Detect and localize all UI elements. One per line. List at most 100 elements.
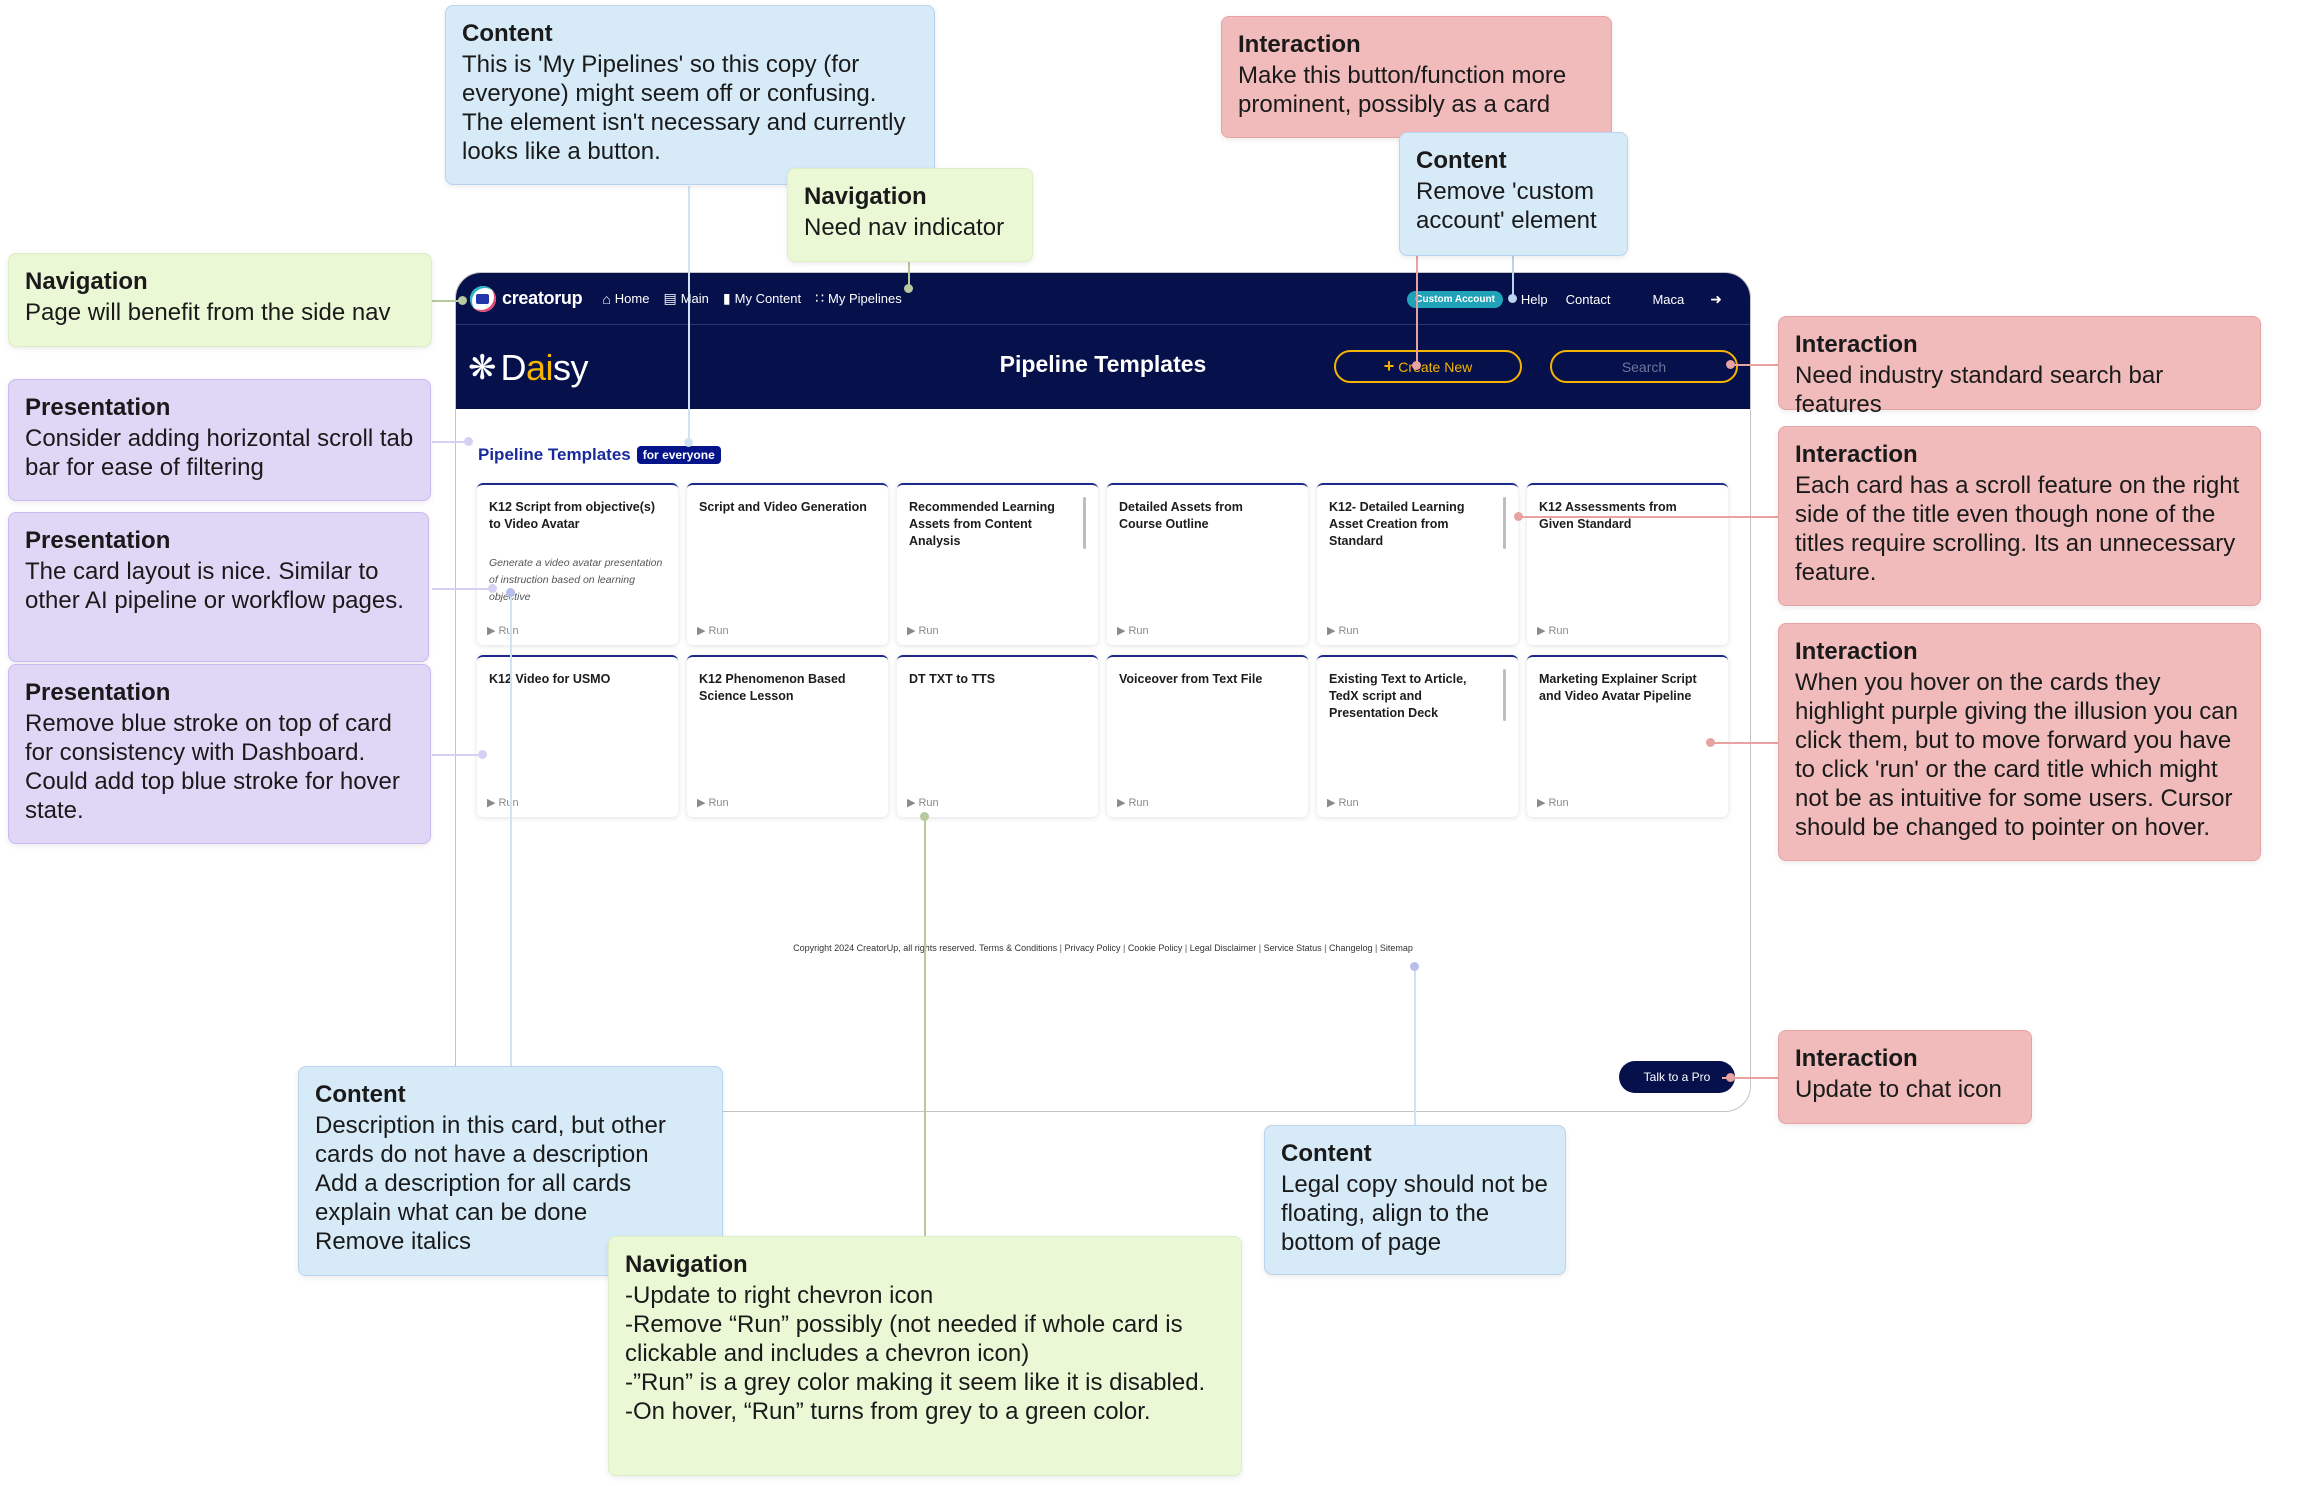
footer-link[interactable]: Changelog — [1329, 943, 1373, 953]
nav-main[interactable]: ▤ Main — [663, 290, 708, 307]
app-window: creatorup ⌂ Home ▤ Main ▮ My Content ∷ M… — [455, 272, 1751, 1112]
play-icon: ▶ — [907, 797, 916, 809]
note-text: Consider adding horizontal scroll tab ba… — [25, 425, 414, 481]
pipeline-card[interactable]: Marketing Explainer Script and Video Ava… — [1527, 655, 1728, 817]
plus-icon: + — [1383, 356, 1395, 376]
create-new-label: Create New — [1398, 358, 1473, 375]
user-menu[interactable]: Maca — [1652, 292, 1684, 307]
pipeline-card[interactable]: Existing Text to Article, TedX script an… — [1317, 655, 1518, 817]
pipeline-card[interactable]: Recommended Learning Assets from Content… — [897, 483, 1098, 645]
run-button[interactable]: ▶ Run — [1537, 624, 1569, 638]
footer-link[interactable]: Legal Disclaimer — [1190, 943, 1257, 953]
footer-link[interactable]: Sitemap — [1380, 943, 1413, 953]
play-icon: ▶ — [1117, 625, 1126, 637]
footer-link[interactable]: Service Status — [1264, 943, 1322, 953]
connector-dot — [1706, 738, 1715, 747]
run-button[interactable]: ▶ Run — [697, 624, 729, 638]
card-title[interactable]: K12 Video for USMO — [489, 671, 657, 688]
card-title-scrollbar[interactable] — [1503, 669, 1506, 721]
run-button[interactable]: ▶ Run — [1117, 796, 1149, 810]
card-title[interactable]: DT TXT to TTS — [909, 671, 1077, 688]
run-button[interactable]: ▶ Run — [1327, 624, 1359, 638]
contact-link[interactable]: Contact — [1566, 292, 1611, 307]
pipeline-card[interactable]: Voiceover from Text File ▶ Run — [1107, 655, 1308, 817]
pipeline-card[interactable]: Script and Video Generation ▶ Run — [687, 483, 888, 645]
card-title[interactable]: Voiceover from Text File — [1119, 671, 1287, 688]
annotation-note: Interaction Need industry standard searc… — [1778, 316, 2261, 418]
connector-dot — [488, 584, 497, 593]
note-category: Interaction — [1795, 1045, 1918, 1072]
folder-icon: ▮ — [722, 290, 731, 306]
card-title[interactable]: Existing Text to Article, TedX script an… — [1329, 671, 1497, 722]
run-button[interactable]: ▶ Run — [697, 796, 729, 810]
nav-label: My Pipelines — [828, 291, 902, 306]
note-category: Interaction — [1795, 638, 1918, 665]
card-title-scrollbar[interactable] — [1083, 497, 1086, 549]
connector-line — [432, 588, 492, 590]
pipeline-card[interactable]: K12 Video for USMO ▶ Run — [477, 655, 678, 817]
card-title[interactable]: K12 Phenomenon Based Science Lesson — [699, 671, 867, 705]
note-text: -Update to right chevron icon -Remove “R… — [625, 1282, 1206, 1425]
annotation-note: Presentation Remove blue stroke on top o… — [8, 664, 431, 844]
logout-icon[interactable]: ➜ — [1710, 291, 1722, 308]
run-label: Run — [1338, 796, 1359, 809]
talk-to-a-pro-button[interactable]: Talk to a Pro — [1619, 1061, 1735, 1093]
note-text: Description in this card, but other card… — [315, 1112, 666, 1255]
pipeline-card[interactable]: K12 Assessments from Given Standard ▶ Run — [1527, 483, 1728, 645]
note-text: Page will benefit from the side nav — [25, 299, 391, 326]
annotation-note: Navigation -Update to right chevron icon… — [608, 1236, 1242, 1476]
run-button[interactable]: ▶ Run — [907, 624, 939, 638]
pipeline-card[interactable]: K12- Detailed Learning Asset Creation fr… — [1317, 483, 1518, 645]
run-button[interactable]: ▶ Run — [1537, 796, 1569, 810]
connector-dot — [920, 812, 929, 821]
pipeline-card[interactable]: K12 Script from objective(s) to Video Av… — [477, 483, 678, 645]
help-link[interactable]: Help — [1521, 292, 1548, 307]
run-button[interactable]: ▶ Run — [1117, 624, 1149, 638]
run-button[interactable]: ▶ Run — [487, 796, 519, 810]
toolbox-icon: ▤ — [663, 290, 677, 306]
card-title-scrollbar[interactable] — [1503, 497, 1506, 549]
play-icon: ▶ — [1117, 797, 1126, 809]
note-category: Content — [315, 1081, 406, 1108]
run-label: Run — [1548, 796, 1569, 809]
card-title[interactable]: K12 Script from objective(s) to Video Av… — [489, 499, 657, 533]
connector-line — [1414, 966, 1416, 1126]
nav-home[interactable]: ⌂ Home — [602, 291, 649, 307]
run-button[interactable]: ▶ Run — [487, 624, 519, 638]
note-category: Content — [462, 20, 553, 47]
copyright-text: Copyright 2024 CreatorUp, all rights res… — [793, 943, 977, 953]
note-category: Interaction — [1795, 441, 1918, 468]
run-button[interactable]: ▶ Run — [907, 796, 939, 810]
footer-link[interactable]: Cookie Policy — [1128, 943, 1183, 953]
card-title[interactable]: Script and Video Generation — [699, 499, 867, 516]
create-new-button[interactable]: + Create New — [1334, 350, 1522, 383]
pipeline-card[interactable]: Detailed Assets from Course Outline ▶ Run — [1107, 483, 1308, 645]
nav-my-content[interactable]: ▮ My Content — [723, 290, 801, 307]
annotation-note: Interaction Each card has a scroll featu… — [1778, 426, 2261, 606]
creatorup-logo[interactable]: creatorup — [470, 285, 583, 312]
run-label: Run — [918, 796, 939, 809]
top-nav-bar: creatorup ⌂ Home ▤ Main ▮ My Content ∷ M… — [456, 273, 1750, 325]
note-text: Need industry standard search bar featur… — [1795, 362, 2164, 418]
section-title: Pipeline Templates — [478, 445, 631, 464]
card-title[interactable]: Recommended Learning Assets from Content… — [909, 499, 1077, 550]
pipeline-card[interactable]: K12 Phenomenon Based Science Lesson ▶ Run — [687, 655, 888, 817]
card-title[interactable]: K12- Detailed Learning Asset Creation fr… — [1329, 499, 1497, 550]
run-button[interactable]: ▶ Run — [1327, 796, 1359, 810]
pipeline-card[interactable]: DT TXT to TTS ▶ Run — [897, 655, 1098, 817]
connector-line — [1512, 256, 1514, 298]
footer-link[interactable]: Terms & Conditions — [979, 943, 1057, 953]
custom-account-badge[interactable]: Custom Account — [1407, 290, 1503, 308]
play-icon: ▶ — [697, 797, 706, 809]
run-label: Run — [918, 624, 939, 637]
nav-my-pipelines[interactable]: ∷ My Pipelines — [815, 290, 902, 307]
search-input[interactable] — [1550, 350, 1738, 383]
annotation-note: Interaction Update to chat icon — [1778, 1030, 2032, 1124]
card-title[interactable]: Detailed Assets from Course Outline — [1119, 499, 1287, 533]
card-title[interactable]: Marketing Explainer Script and Video Ava… — [1539, 671, 1707, 705]
note-category: Navigation — [804, 183, 927, 210]
camera-logo-icon — [470, 285, 496, 312]
note-category: Navigation — [25, 268, 148, 295]
connector-line — [688, 186, 690, 442]
footer-link[interactable]: Privacy Policy — [1064, 943, 1120, 953]
